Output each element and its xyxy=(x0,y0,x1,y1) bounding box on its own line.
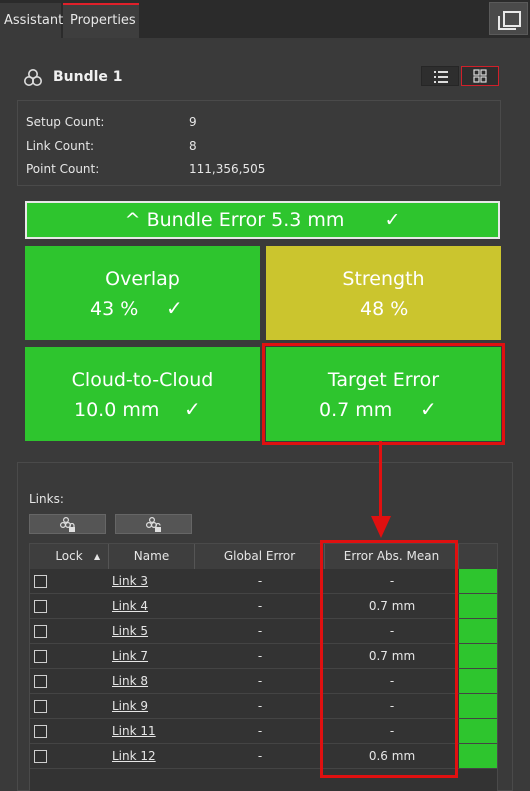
status-indicator xyxy=(459,669,497,693)
lock-checkbox[interactable] xyxy=(34,700,47,713)
link-name[interactable]: Link 12 xyxy=(112,749,156,763)
cloud-to-cloud-title: Cloud-to-Cloud xyxy=(71,369,214,391)
tab-properties[interactable]: Properties xyxy=(63,3,139,38)
target-error-title: Target Error xyxy=(327,369,440,391)
overlap-title: Overlap xyxy=(105,268,180,290)
overlap-tile[interactable]: Overlap 43 % ✓ xyxy=(25,246,260,340)
status-indicator xyxy=(459,569,497,593)
global-error-cell: - xyxy=(257,649,263,663)
point-count-value: 111,356,505 xyxy=(189,162,266,176)
lock-checkbox[interactable] xyxy=(34,675,47,688)
column-header-name[interactable]: Name xyxy=(109,544,195,569)
bundle-error-label: ^ Bundle Error 5.3 mm xyxy=(124,209,345,231)
tab-assistant[interactable]: Assistant xyxy=(0,3,63,38)
bundle-error-toggle[interactable]: ^ Bundle Error 5.3 mm ✓ xyxy=(25,201,500,239)
link-count-label: Link Count: xyxy=(26,139,95,153)
status-indicator xyxy=(459,719,497,743)
status-indicator xyxy=(459,694,497,718)
link-name[interactable]: Link 11 xyxy=(112,724,156,738)
links-label: Links: xyxy=(29,492,64,506)
link-name[interactable]: Link 8 xyxy=(112,674,148,688)
link-name[interactable]: Link 3 xyxy=(112,574,148,588)
global-error-cell: - xyxy=(257,749,263,763)
global-error-cell: - xyxy=(257,624,263,638)
annotation-arrow-line xyxy=(379,441,382,521)
lock-links-button[interactable] xyxy=(29,514,106,534)
list-view-button[interactable] xyxy=(421,66,459,86)
column-header-lock-label: Lock xyxy=(55,549,83,563)
strength-tile[interactable]: Strength 48 % xyxy=(266,246,501,340)
tab-bar: Assistant Properties xyxy=(0,0,530,38)
link-name[interactable]: Link 4 xyxy=(112,599,148,613)
link-name[interactable]: Link 9 xyxy=(112,699,148,713)
cloud-to-cloud-tile[interactable]: Cloud-to-Cloud 10.0 mm ✓ xyxy=(25,347,260,441)
annotation-arrow-head xyxy=(371,516,391,538)
column-header-global-error[interactable]: Global Error xyxy=(195,544,325,569)
lock-checkbox[interactable] xyxy=(34,575,47,588)
bundle-header: Bundle 1 xyxy=(17,62,501,98)
cloud-to-cloud-value: 10.0 mm xyxy=(74,399,160,421)
lock-link-icon xyxy=(59,516,75,532)
status-indicator xyxy=(459,619,497,643)
unlock-links-button[interactable] xyxy=(115,514,192,534)
global-error-cell: - xyxy=(257,574,263,588)
link-count-value: 8 xyxy=(189,139,197,153)
check-icon: ✓ xyxy=(420,397,437,421)
setup-count-label: Setup Count: xyxy=(26,115,105,129)
global-error-cell: - xyxy=(257,599,263,613)
point-count-label: Point Count: xyxy=(26,162,100,176)
overlap-value: 43 % xyxy=(90,298,139,320)
bundle-title: Bundle 1 xyxy=(53,69,123,85)
target-error-value: 0.7 mm xyxy=(319,399,393,421)
lock-checkbox[interactable] xyxy=(34,650,47,663)
annotation-highlight-box xyxy=(320,540,458,778)
bundle-info: Setup Count: 9 Link Count: 8 Point Count… xyxy=(17,100,501,186)
list-view-icon xyxy=(434,71,448,83)
unlock-link-icon xyxy=(145,516,161,532)
global-error-cell: - xyxy=(257,699,263,713)
lock-checkbox[interactable] xyxy=(34,750,47,763)
bundle-icon xyxy=(24,69,42,86)
sort-ascending-icon: ▲ xyxy=(94,552,101,561)
grid-view-button[interactable] xyxy=(461,66,499,86)
check-icon: ✓ xyxy=(384,209,401,231)
setup-count-value: 9 xyxy=(189,115,197,129)
strength-value: 48 % xyxy=(360,298,409,320)
check-icon: ✓ xyxy=(166,296,183,320)
column-header-lock[interactable]: Lock ▲ xyxy=(30,544,109,569)
grid-view-icon xyxy=(473,69,487,83)
status-indicator xyxy=(459,644,497,668)
status-indicator xyxy=(459,594,497,618)
strength-title: Strength xyxy=(342,268,425,290)
link-name[interactable]: Link 5 xyxy=(112,624,148,638)
column-header-status[interactable] xyxy=(459,544,497,569)
status-indicator xyxy=(459,744,497,768)
lock-checkbox[interactable] xyxy=(34,725,47,738)
maximize-button[interactable] xyxy=(489,2,528,35)
check-icon: ✓ xyxy=(184,397,201,421)
global-error-cell: - xyxy=(257,674,263,688)
lock-checkbox[interactable] xyxy=(34,625,47,638)
target-error-tile[interactable]: Target Error 0.7 mm ✓ xyxy=(262,343,505,445)
lock-checkbox[interactable] xyxy=(34,600,47,613)
global-error-cell: - xyxy=(257,724,263,738)
link-name[interactable]: Link 7 xyxy=(112,649,148,663)
